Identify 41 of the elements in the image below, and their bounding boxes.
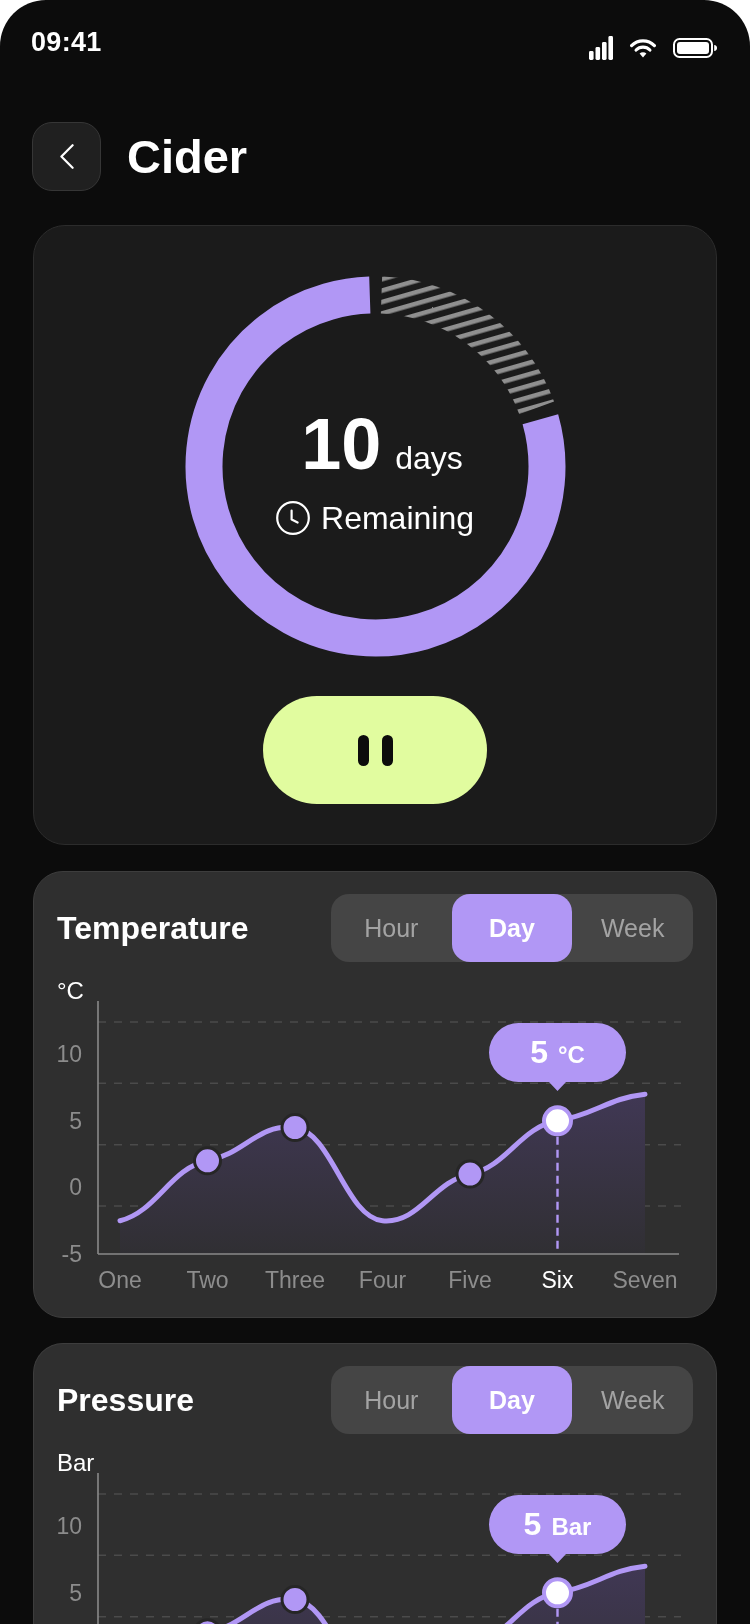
tooltip-unit: Bar — [551, 1514, 592, 1539]
tooltip-unit: °C — [557, 1042, 585, 1067]
guide-line — [556, 1608, 559, 1624]
pause-icon — [357, 734, 393, 766]
y-tick-label: 0 — [69, 1174, 82, 1201]
segment-tab[interactable]: Week — [572, 894, 693, 962]
signal-icon — [589, 36, 613, 60]
chart-title: Temperature — [57, 909, 249, 947]
x-axis-label: Four — [358, 1267, 407, 1293]
x-axis-label: Five — [448, 1267, 492, 1293]
segment-tab[interactable]: Hour — [331, 1366, 452, 1434]
remaining-label: Remaining — [321, 498, 474, 538]
x-axis-label: Three — [264, 1267, 326, 1293]
x-axis-label: One — [98, 1267, 142, 1293]
y-tick-label: 10 — [57, 1513, 82, 1540]
y-tick-label: -5 — [61, 1241, 82, 1267]
x-axis-label: Seven — [612, 1267, 678, 1293]
days-unit: days — [395, 441, 463, 474]
segment-tab[interactable]: Hour — [331, 894, 452, 962]
y-tick-label: 5 — [69, 1107, 82, 1134]
days-count: 10 — [301, 407, 382, 480]
segment-tab[interactable]: Week — [572, 1366, 693, 1434]
selected-data-point — [542, 1577, 573, 1609]
wifi-icon — [630, 38, 656, 58]
clock-icon — [276, 500, 310, 535]
status-time: 09:41 — [31, 26, 102, 58]
data-point — [280, 1585, 310, 1614]
segment-tab[interactable]: Day — [451, 894, 573, 962]
x-axis-label: Six — [541, 1267, 574, 1293]
tooltip-value: 5 — [523, 1507, 542, 1540]
x-axis-label: Two — [186, 1267, 229, 1293]
battery-icon — [673, 38, 717, 58]
y-tick-label: 5 — [69, 1579, 82, 1606]
page-title: Cider — [127, 130, 248, 183]
chart-title: Pressure — [57, 1381, 194, 1419]
y-tick-label: 10 — [57, 1041, 82, 1068]
chevron-left-icon — [59, 144, 74, 169]
y-axis-unit: Bar — [57, 1449, 95, 1476]
tooltip-value: 5 — [530, 1035, 548, 1068]
y-axis-unit: °C — [57, 977, 84, 1004]
segment-tab[interactable]: Day — [451, 1366, 573, 1434]
